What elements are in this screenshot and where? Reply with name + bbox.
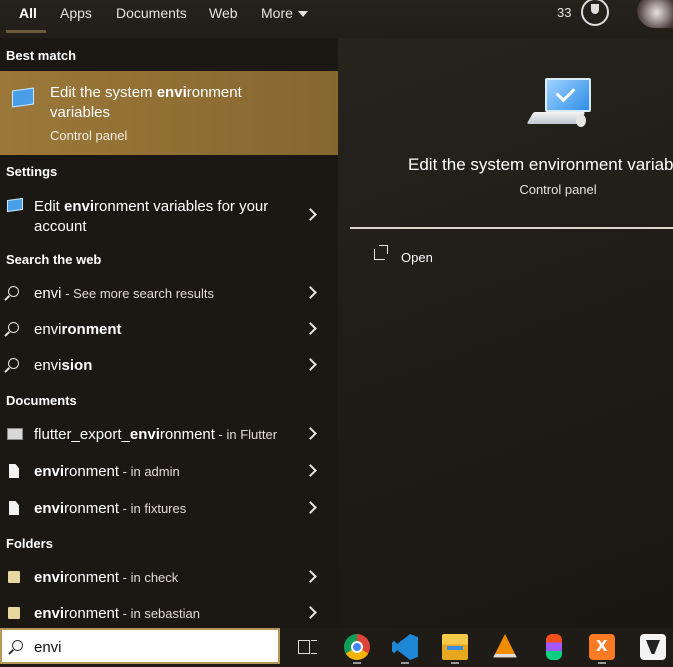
tab-documents[interactable]: Documents bbox=[116, 5, 187, 21]
preview-pane bbox=[338, 38, 673, 628]
best-match-subtitle: Control panel bbox=[50, 128, 128, 143]
chevron-right-icon bbox=[304, 286, 317, 299]
chevron-right-icon bbox=[304, 358, 317, 371]
open-action[interactable]: Open bbox=[401, 250, 433, 265]
mouse-icon bbox=[576, 114, 586, 127]
web-result-label: envision bbox=[34, 357, 93, 374]
search-icon bbox=[8, 322, 19, 333]
document-label: environment - in admin bbox=[34, 463, 180, 480]
avatar[interactable] bbox=[637, 0, 673, 28]
tab-web[interactable]: Web bbox=[209, 5, 238, 21]
section-best-match: Best match bbox=[6, 48, 77, 63]
document-label: environment - in fixtures bbox=[34, 500, 187, 517]
running-indicator bbox=[451, 662, 459, 664]
folder-icon bbox=[8, 607, 20, 619]
best-match-title: Edit the system environment variables bbox=[50, 84, 242, 121]
document-label: flutter_export_environment - in Flutter bbox=[34, 426, 278, 443]
running-indicator bbox=[401, 662, 409, 664]
folder-item[interactable]: environment - in check bbox=[0, 561, 338, 595]
running-indicator bbox=[353, 662, 361, 664]
search-icon bbox=[8, 358, 19, 369]
computer-icon bbox=[12, 87, 34, 108]
section-settings: Settings bbox=[6, 164, 58, 179]
section-folders: Folders bbox=[6, 536, 53, 551]
xampp-icon[interactable] bbox=[589, 634, 615, 660]
chevron-right-icon bbox=[304, 208, 317, 221]
web-result-item[interactable]: environment bbox=[0, 313, 338, 347]
figma-icon[interactable] bbox=[546, 634, 562, 660]
preview-divider bbox=[350, 227, 673, 229]
folder-label: environment - in sebastian bbox=[34, 605, 200, 622]
tab-more[interactable]: More bbox=[261, 5, 308, 21]
section-documents: Documents bbox=[6, 393, 77, 408]
terminal-app-icon[interactable] bbox=[640, 634, 666, 660]
document-item[interactable]: environment - in admin bbox=[0, 455, 338, 489]
search-icon bbox=[8, 286, 19, 297]
document-icon bbox=[9, 501, 19, 515]
search-filter-bar: All Apps Documents Web More 33 bbox=[0, 0, 673, 38]
chevron-right-icon bbox=[304, 501, 317, 514]
settings-item[interactable]: Edit environment variables for your acco… bbox=[0, 188, 338, 240]
folder-icon bbox=[8, 571, 20, 583]
settings-item-label: Edit environment variables for your acco… bbox=[34, 198, 269, 235]
checkmark-icon bbox=[555, 82, 576, 103]
web-result-label: environment bbox=[34, 321, 122, 338]
tab-more-label: More bbox=[261, 5, 293, 21]
web-result-item[interactable]: envision bbox=[0, 349, 338, 383]
preview-title: Edit the system environment variables bbox=[408, 155, 673, 174]
file-explorer-icon[interactable] bbox=[442, 634, 468, 660]
search-box[interactable] bbox=[0, 628, 280, 664]
chevron-right-icon bbox=[304, 322, 317, 335]
folder-item[interactable]: environment - in sebastian bbox=[0, 597, 338, 631]
search-input[interactable] bbox=[34, 636, 264, 658]
file-icon bbox=[7, 428, 23, 440]
folder-label: environment - in check bbox=[34, 569, 179, 586]
task-view-icon[interactable] bbox=[294, 634, 320, 660]
document-icon bbox=[9, 464, 19, 478]
document-item[interactable]: flutter_export_environment - in Flutter bbox=[0, 418, 338, 452]
section-search-web: Search the web bbox=[6, 252, 102, 267]
search-icon bbox=[12, 640, 23, 651]
trophy-icon[interactable] bbox=[581, 0, 609, 26]
chevron-right-icon bbox=[304, 570, 317, 583]
running-indicator bbox=[598, 662, 606, 664]
chevron-right-icon bbox=[304, 606, 317, 619]
computer-icon bbox=[545, 78, 591, 112]
document-item[interactable]: environment - in fixtures bbox=[0, 492, 338, 526]
chrome-icon[interactable] bbox=[344, 634, 370, 660]
tab-all[interactable]: All bbox=[19, 5, 37, 21]
open-icon[interactable] bbox=[374, 245, 388, 260]
web-result-item[interactable]: envi - See more search results bbox=[0, 277, 338, 311]
computer-icon bbox=[7, 197, 23, 213]
chevron-right-icon bbox=[304, 464, 317, 477]
tab-all-indicator bbox=[6, 30, 46, 33]
chevron-right-icon bbox=[304, 427, 317, 440]
best-match-item[interactable]: Edit the system environment variables Co… bbox=[0, 71, 338, 155]
web-result-label: envi - See more search results bbox=[34, 285, 214, 302]
rewards-points: 33 bbox=[557, 5, 572, 20]
tab-apps[interactable]: Apps bbox=[60, 5, 92, 21]
chevron-down-icon bbox=[297, 11, 308, 18]
